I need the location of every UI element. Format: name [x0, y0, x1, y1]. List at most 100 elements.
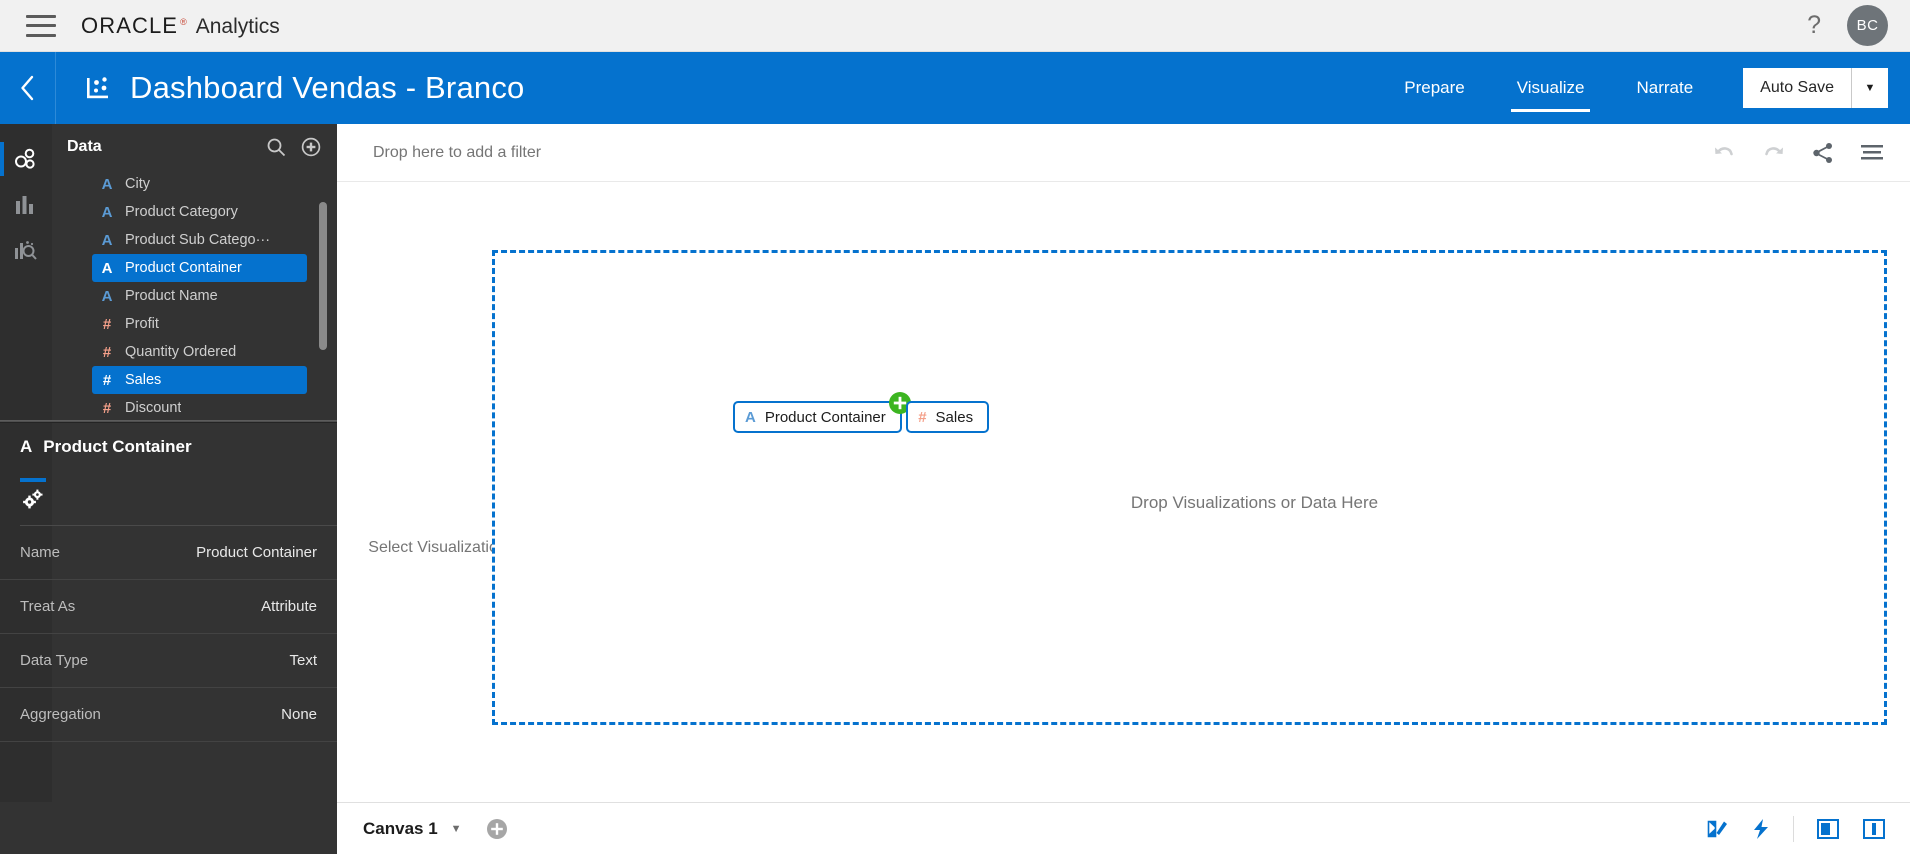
visualization-dropzone[interactable]: Drop Visualizations or Data Here A Produ… — [492, 250, 1887, 725]
undo-icon[interactable] — [1712, 143, 1736, 163]
list-item[interactable]: # Profit — [92, 310, 307, 338]
canvas-tab-canvas-1[interactable]: Canvas 1 ▼ — [363, 819, 462, 839]
dropzone-hint: Drop Visualizations or Data Here — [1130, 493, 1379, 512]
list-item-label: Product Container — [125, 260, 242, 276]
chevron-down-icon[interactable]: ▼ — [1852, 68, 1888, 108]
canvas-toolbar — [1712, 142, 1884, 164]
title-divider — [55, 52, 56, 124]
property-row-aggregation[interactable]: Aggregation None — [0, 688, 337, 742]
list-item-label: Profit — [125, 316, 159, 332]
attribute-glyph-icon: A — [20, 437, 33, 456]
property-value: Text — [289, 652, 317, 669]
list-item[interactable]: A Product Name — [92, 282, 307, 310]
measure-glyph-icon: # — [102, 371, 112, 389]
page-title: Dashboard Vendas - Branco — [130, 70, 525, 105]
list-item-sales[interactable]: # Sales — [92, 366, 307, 394]
attribute-glyph-icon: A — [101, 287, 113, 305]
panel-right-icon[interactable] — [1862, 818, 1886, 840]
properties-panel: A Product Container Name Product Contain… — [0, 423, 357, 854]
list-item-product-container[interactable]: A Product Container — [92, 254, 307, 282]
list-item[interactable]: # Discount — [92, 394, 307, 420]
properties-tabs — [0, 457, 357, 526]
search-icon[interactable] — [266, 137, 286, 157]
list-item[interactable]: A Product Category — [92, 198, 307, 226]
brand-logo: ORACLE ® Analytics — [81, 13, 280, 39]
list-item-label: Product Name — [125, 288, 218, 304]
analytics-insights-icon — [15, 241, 37, 260]
property-row-data-type[interactable]: Data Type Text — [0, 634, 337, 688]
measure-glyph-icon: # — [102, 315, 112, 333]
drag-chip-product-container[interactable]: A Product Container — [733, 392, 911, 433]
rail-item-analytics-insights[interactable] — [0, 228, 52, 274]
data-panel-title: Data — [67, 138, 102, 155]
canvas-bottom-bar: Canvas 1 ▼ — [337, 802, 1910, 854]
properties-title-row: A Product Container — [0, 423, 337, 457]
property-key: Treat As — [20, 598, 76, 615]
tab-general[interactable] — [20, 478, 46, 514]
filter-drop-placeholder: Drop here to add a filter — [373, 143, 542, 161]
drag-chip-label: Product Container — [764, 408, 886, 426]
oracle-analytics-app: ORACLE ® Analytics ? BC Dashboard Vendas… — [0, 0, 1910, 854]
attribute-glyph-icon: A — [101, 259, 113, 277]
paint-brush-icon[interactable] — [1705, 818, 1729, 840]
project-title-bar: Dashboard Vendas - Branco Prepare Visual… — [0, 52, 1910, 124]
attribute-glyph-icon: A — [101, 203, 113, 221]
property-row-name[interactable]: Name Product Container — [0, 526, 337, 580]
share-icon[interactable] — [1812, 142, 1834, 164]
brand-app-name: Analytics — [195, 14, 280, 38]
chevron-down-icon[interactable]: ▼ — [451, 823, 462, 835]
drag-chip-label: Sales — [935, 408, 974, 426]
list-item-label: Quantity Ordered — [125, 344, 237, 360]
visualizations-icon — [16, 196, 33, 214]
property-row-treat-as[interactable]: Treat As Attribute — [0, 580, 337, 634]
drag-chip-group: A Product Container # Sales — [733, 392, 990, 433]
tab-active-indicator — [20, 478, 46, 482]
list-item-label: Sales — [125, 372, 162, 388]
redo-icon[interactable] — [1762, 143, 1786, 163]
back-button[interactable] — [0, 52, 55, 124]
lightning-bolt-icon[interactable] — [1751, 818, 1771, 840]
brand-trademark: ® — [180, 16, 187, 27]
global-header: ORACLE ® Analytics ? BC — [0, 0, 1910, 52]
add-canvas-button[interactable] — [486, 818, 508, 840]
auto-save-label: Auto Save — [1760, 79, 1834, 96]
global-header-actions: ? BC — [1807, 5, 1888, 46]
list-item[interactable]: A City — [92, 170, 307, 198]
data-list-scrollbar[interactable] — [319, 202, 327, 350]
brand-oracle-text: ORACLE — [81, 12, 179, 38]
main-workspace: Drop here to add a filter Select Visuali… — [337, 124, 1910, 854]
list-item-label: Discount — [125, 400, 182, 416]
property-value: Product Container — [196, 544, 317, 561]
menu-icon[interactable] — [1860, 143, 1884, 163]
canvas-area: Select Visualization to View Details Dro… — [337, 182, 1910, 802]
filter-bar[interactable]: Drop here to add a filter — [337, 124, 1910, 182]
rail-item-data[interactable] — [0, 136, 52, 182]
tab-prepare[interactable]: Prepare — [1402, 72, 1466, 104]
hamburger-icon[interactable] — [26, 14, 56, 37]
rail-item-visualizations[interactable] — [0, 182, 52, 228]
list-item-label: Product Category — [125, 204, 238, 220]
add-circle-icon[interactable] — [301, 137, 321, 157]
list-item-label: City — [125, 176, 150, 192]
tab-narrate[interactable]: Narrate — [1634, 72, 1695, 104]
drag-chip-sales[interactable]: # Sales — [906, 401, 990, 433]
property-value: Attribute — [261, 598, 317, 615]
measure-glyph-icon: # — [102, 343, 112, 361]
visualization-icon — [84, 73, 114, 103]
attribute-glyph-icon: A — [745, 408, 756, 426]
data-icon — [15, 148, 35, 169]
avatar[interactable]: BC — [1847, 5, 1888, 46]
attribute-glyph-icon: A — [101, 231, 113, 249]
list-item[interactable]: # Quantity Ordered — [92, 338, 307, 366]
auto-save-control[interactable]: Auto Save ▼ — [1743, 68, 1888, 108]
canvas-tab-label: Canvas 1 — [363, 818, 438, 838]
property-key: Name — [20, 544, 61, 561]
panel-left-icon[interactable] — [1816, 818, 1840, 840]
tab-visualize[interactable]: Visualize — [1510, 72, 1591, 112]
bottom-left-filler — [0, 802, 337, 854]
list-item[interactable]: A Product Sub Catego··· — [92, 226, 307, 254]
data-element-list[interactable]: A City A Product Category A Product Sub … — [52, 170, 337, 420]
help-icon[interactable]: ? — [1807, 13, 1821, 38]
property-key: Data Type — [20, 652, 89, 669]
left-panel: Data A City A Product Category A Product… — [0, 124, 357, 854]
